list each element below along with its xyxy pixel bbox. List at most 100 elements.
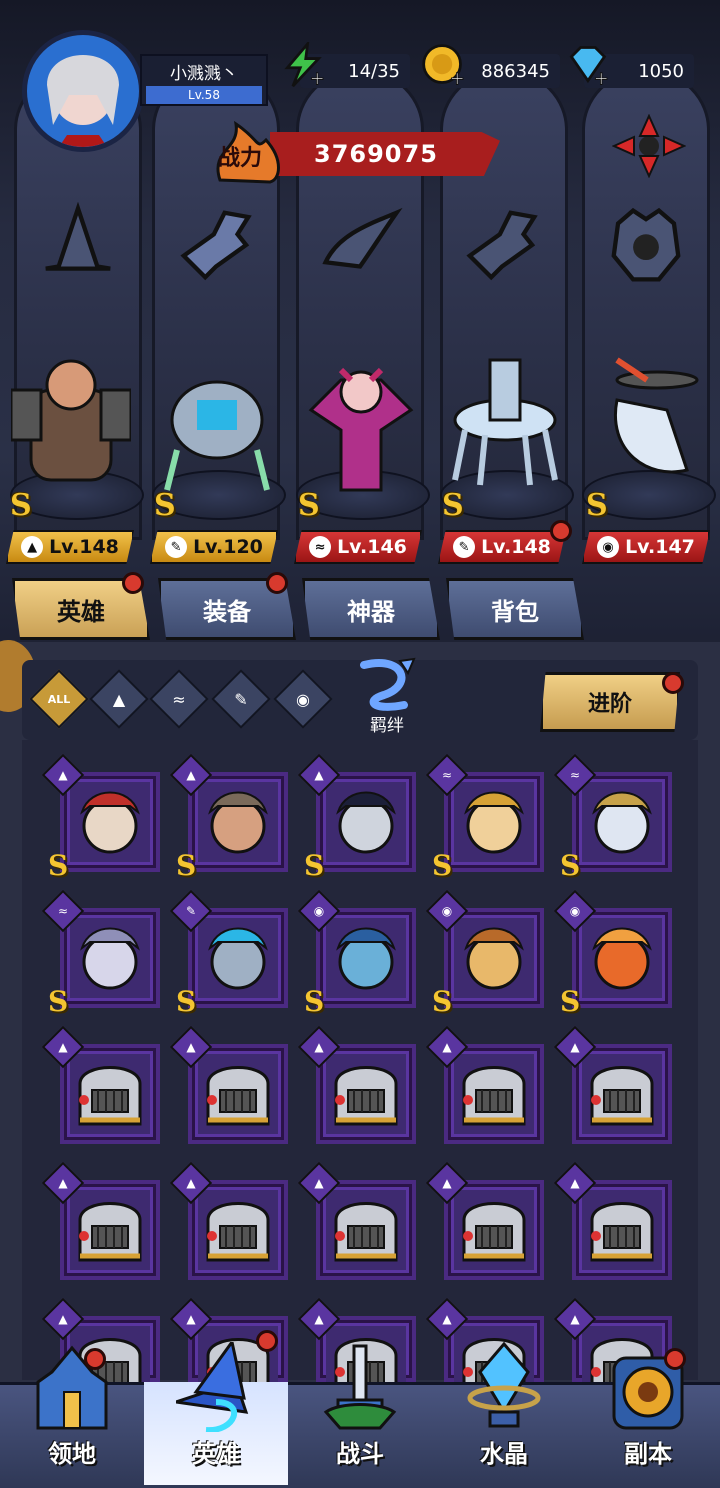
tab-artifacts[interactable]: 神器 xyxy=(302,578,440,640)
wing-emblem-icon xyxy=(312,190,408,300)
notification-dot xyxy=(664,1348,686,1370)
nav-territory-label: 领地 xyxy=(48,1440,96,1468)
svg-text:+: + xyxy=(593,68,608,88)
hero-portrait-icon xyxy=(326,918,406,998)
hat-icon: ▲ xyxy=(442,1040,452,1054)
wrench-emblem-icon xyxy=(168,190,264,300)
team-level-text: Lv.146 xyxy=(337,536,407,558)
player-name: 小溅溅丶 xyxy=(170,64,238,84)
diamond-add-button[interactable]: + xyxy=(562,40,612,90)
energy-add-button[interactable]: + xyxy=(278,40,328,90)
power-label: 战力 xyxy=(218,145,263,171)
hat-icon: ▲ xyxy=(186,1176,196,1190)
hero-rank: S xyxy=(304,985,325,1018)
hat-icon: ▲ xyxy=(186,768,196,782)
knight-helmet-icon xyxy=(582,1190,662,1270)
locked-hero-card[interactable]: ▲ xyxy=(425,1025,544,1144)
knight-helmet-icon xyxy=(70,1054,150,1134)
hero-rank: S xyxy=(432,985,453,1018)
nav-heroes-label: 英雄 xyxy=(192,1440,240,1468)
hero-card[interactable]: ▲ S xyxy=(297,753,416,882)
hat-icon: ▲ xyxy=(186,1312,196,1326)
hero-card[interactable]: ◉ S xyxy=(425,889,544,1018)
bond-button[interactable]: 羁绊 xyxy=(344,655,430,736)
hero-portrait-icon xyxy=(70,782,150,862)
locked-hero-card[interactable]: ▲ xyxy=(41,1025,160,1144)
sword-icon xyxy=(323,1344,397,1430)
hat-icon: ▲ xyxy=(21,536,44,558)
flower-icon xyxy=(611,113,687,179)
hero-portrait-icon xyxy=(454,782,534,862)
wizard-hat-icon xyxy=(176,1342,249,1432)
hat-icon: ▲ xyxy=(58,1176,68,1190)
hat-icon: ▲ xyxy=(58,768,68,782)
hero-card[interactable]: ◉ S xyxy=(553,889,672,1018)
hero-card[interactable]: ≈ S xyxy=(425,753,544,882)
avatar-portrait-icon xyxy=(47,55,119,147)
beast-icon: ◉ xyxy=(597,536,620,558)
team-hero-4[interactable] xyxy=(440,340,570,500)
nav-crystal[interactable]: 水晶 xyxy=(432,1342,576,1485)
locked-hero-card[interactable]: ▲ xyxy=(169,1161,288,1280)
team-level-5: ◉ Lv.147 xyxy=(582,530,710,564)
team-rank-3: S xyxy=(298,488,320,523)
team-rank-4: S xyxy=(442,488,464,523)
svg-text:+: + xyxy=(449,68,464,88)
team-level-text: Lv.120 xyxy=(193,536,263,558)
nav-heroes[interactable]: 英雄 xyxy=(144,1342,288,1485)
knight-helmet-icon xyxy=(454,1190,534,1270)
team-hero-2[interactable] xyxy=(152,340,282,500)
wing-icon: ≈ xyxy=(57,904,69,918)
nav-territory[interactable]: 领地 xyxy=(0,1345,144,1485)
beast-icon: ◉ xyxy=(441,904,453,918)
nav-crystal-label: 水晶 xyxy=(480,1440,528,1468)
player-info: 小溅溅丶 Lv.58 xyxy=(140,54,268,106)
locked-hero-card[interactable]: ▲ xyxy=(297,1161,416,1280)
advance-button[interactable]: 进阶 xyxy=(540,672,680,732)
hero-card[interactable]: ≈ S xyxy=(553,753,672,882)
coin-icon: + xyxy=(422,44,465,88)
hat-icon: ▲ xyxy=(570,1312,580,1326)
wrench-icon: ✎ xyxy=(185,904,197,918)
team-hero-1[interactable] xyxy=(6,340,136,500)
locked-hero-card[interactable]: ▲ xyxy=(41,1161,160,1280)
hero-rank: S xyxy=(48,849,69,882)
team-hero-3[interactable] xyxy=(296,340,426,500)
hero-card[interactable]: ≈ S xyxy=(41,889,160,1018)
settings-flower-button[interactable] xyxy=(611,113,687,179)
notification-dot xyxy=(256,1330,278,1352)
wing-icon: ≈ xyxy=(309,536,332,558)
locked-hero-card[interactable]: ▲ xyxy=(297,1025,416,1144)
nav-dungeon[interactable]: 副本 xyxy=(576,1356,720,1485)
team-hero-5[interactable] xyxy=(582,340,712,500)
nav-battle[interactable]: 战斗 xyxy=(288,1344,432,1485)
team-level-3: ≈ Lv.146 xyxy=(294,530,422,564)
hero-portrait-icon xyxy=(582,782,662,862)
hero-card[interactable]: ✎ S xyxy=(169,889,288,1018)
nav-battle-label: 战斗 xyxy=(336,1440,384,1468)
team-rank-5: S xyxy=(586,488,608,523)
knight-helmet-icon xyxy=(326,1190,406,1270)
gold-add-button[interactable]: + xyxy=(418,40,468,90)
hero-card[interactable]: ◉ S xyxy=(297,889,416,1018)
hero-card[interactable]: ▲ S xyxy=(169,753,288,882)
avatar[interactable] xyxy=(22,30,144,152)
hero-portrait-icon xyxy=(582,918,662,998)
tab-backpack[interactable]: 背包 xyxy=(446,578,584,640)
beast-icon: ◉ xyxy=(296,689,310,709)
locked-hero-card[interactable]: ▲ xyxy=(553,1161,672,1280)
locked-hero-card[interactable]: ▲ xyxy=(425,1161,544,1280)
hat-icon: ▲ xyxy=(570,1040,580,1054)
diamond-icon: + xyxy=(569,46,609,88)
locked-hero-card[interactable]: ▲ xyxy=(169,1025,288,1144)
locked-hero-card[interactable]: ▲ xyxy=(553,1025,672,1144)
hero-card[interactable]: ▲ S xyxy=(41,753,160,882)
knight-helmet-icon xyxy=(198,1054,278,1134)
wrench-icon: ✎ xyxy=(453,536,476,558)
team-level-1: ▲ Lv.148 xyxy=(6,530,134,564)
beast-icon: ◉ xyxy=(313,904,325,918)
notification-dot xyxy=(266,572,288,594)
beast-icon: ◉ xyxy=(569,904,581,918)
wrench-icon: ✎ xyxy=(165,536,188,558)
svg-text:+: + xyxy=(309,68,324,88)
